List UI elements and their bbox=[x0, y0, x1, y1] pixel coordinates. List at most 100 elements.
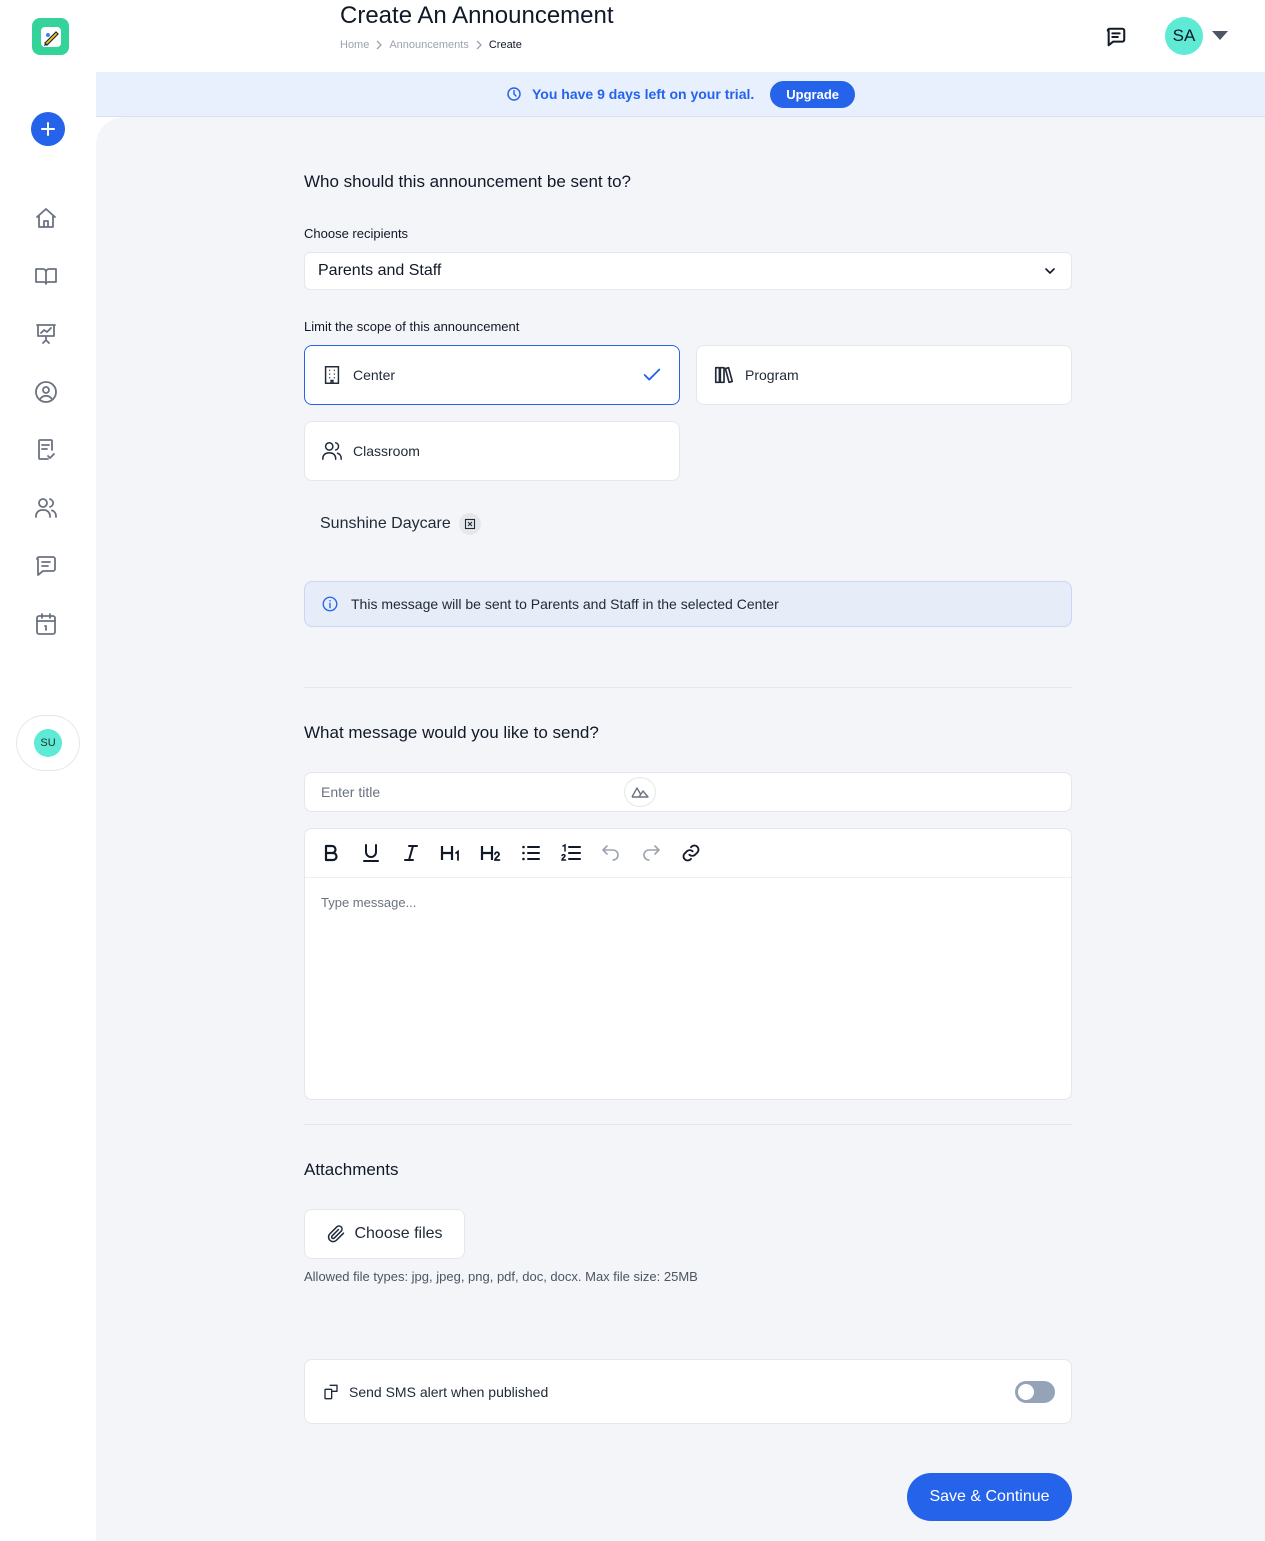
breadcrumb-announcements[interactable]: Announcements bbox=[389, 39, 469, 51]
chevron-right-icon bbox=[476, 40, 482, 50]
account-avatar[interactable]: SA bbox=[1165, 17, 1203, 55]
building-icon bbox=[324, 366, 340, 384]
heading-2-button[interactable] bbox=[479, 841, 503, 865]
undo-button[interactable] bbox=[599, 841, 623, 865]
sms-alert-toggle[interactable] bbox=[1015, 1380, 1055, 1403]
scope-option-classroom[interactable]: Classroom bbox=[304, 421, 680, 481]
sidebar-item-profile[interactable] bbox=[34, 380, 58, 404]
page-title: Create An Announcement bbox=[340, 2, 614, 29]
selected-center-tag: Sunshine Daycare bbox=[320, 513, 481, 535]
info-alert: This message will be sent to Parents and… bbox=[304, 581, 1072, 627]
upgrade-button[interactable]: Upgrade bbox=[770, 80, 855, 108]
main-content: Who should this announcement be sent to?… bbox=[96, 117, 1265, 1541]
book-icon bbox=[35, 268, 57, 285]
close-icon bbox=[464, 518, 475, 530]
sidebar-item-reports[interactable] bbox=[34, 438, 58, 462]
selected-center-name: Sunshine Daycare bbox=[320, 515, 451, 532]
user-circle-icon bbox=[35, 381, 57, 403]
calendar-icon bbox=[36, 613, 56, 635]
user-menu[interactable]: SU bbox=[16, 715, 80, 771]
sms-icon bbox=[324, 1384, 338, 1399]
bold-icon bbox=[324, 844, 338, 862]
users-icon bbox=[322, 442, 342, 460]
presentation-icon bbox=[36, 324, 56, 344]
scope-option-label: Program bbox=[745, 367, 799, 383]
add-button[interactable] bbox=[31, 112, 65, 146]
allowed-file-types: Allowed file types: jpg, jpeg, png, pdf,… bbox=[304, 1269, 698, 1284]
sidebar-item-book[interactable] bbox=[34, 264, 58, 288]
pencil-logo-icon bbox=[40, 26, 61, 47]
info-icon bbox=[322, 596, 338, 612]
user-avatar: SU bbox=[34, 729, 62, 757]
chevron-down-icon bbox=[1045, 268, 1055, 275]
breadcrumb: Home Announcements Create bbox=[340, 39, 522, 51]
breadcrumb-home[interactable]: Home bbox=[340, 39, 369, 51]
recipients-heading: Who should this announcement be sent to? bbox=[304, 172, 631, 191]
italic-icon bbox=[404, 845, 418, 861]
numbered-list-button[interactable] bbox=[559, 841, 583, 865]
choose-files-button[interactable]: Choose files bbox=[304, 1209, 465, 1259]
mountain-icon bbox=[631, 787, 649, 798]
trial-banner: You have 9 days left on your trial. Upgr… bbox=[96, 72, 1265, 117]
users-icon bbox=[35, 498, 57, 518]
sidebar-item-home[interactable] bbox=[34, 206, 58, 230]
breadcrumb-current: Create bbox=[488, 39, 522, 51]
choose-files-label: Choose files bbox=[354, 1225, 443, 1242]
clipboard-check-icon bbox=[38, 439, 55, 460]
chat-icon bbox=[1106, 27, 1126, 47]
info-message: This message will be sent to Parents and… bbox=[351, 596, 779, 612]
underline-button[interactable] bbox=[359, 841, 383, 865]
title-input[interactable] bbox=[304, 772, 1072, 812]
message-icon bbox=[36, 556, 56, 576]
messages-button[interactable] bbox=[1105, 26, 1127, 48]
message-editor[interactable]: Type message... bbox=[304, 828, 1072, 1100]
scope-option-program[interactable]: Program bbox=[696, 345, 1072, 405]
scope-option-label: Center bbox=[353, 367, 396, 383]
save-continue-button[interactable]: Save & Continue bbox=[907, 1473, 1072, 1521]
sidebar: SU bbox=[0, 0, 96, 1541]
sidebar-item-presentation[interactable] bbox=[34, 322, 58, 346]
scope-option-center[interactable]: Center bbox=[304, 345, 680, 405]
redo-button[interactable] bbox=[639, 841, 663, 865]
check-icon bbox=[643, 368, 661, 381]
top-header: Create An Announcement Home Announcement… bbox=[96, 0, 1265, 72]
chevron-right-icon bbox=[376, 40, 383, 50]
redo-icon bbox=[643, 845, 660, 861]
italic-button[interactable] bbox=[399, 841, 423, 865]
bullet-list-icon bbox=[522, 845, 540, 861]
sidebar-item-calendar[interactable] bbox=[34, 612, 58, 636]
trial-message: You have 9 days left on your trial. bbox=[532, 86, 755, 102]
sms-alert-setting: Send SMS alert when published bbox=[304, 1359, 1072, 1424]
devtools-badge[interactable] bbox=[624, 777, 656, 807]
undo-icon bbox=[602, 845, 619, 861]
sidebar-item-people[interactable] bbox=[34, 496, 58, 520]
scope-option-label: Classroom bbox=[353, 443, 420, 459]
editor-body[interactable]: Type message... bbox=[305, 878, 1071, 927]
link-icon bbox=[682, 844, 700, 862]
heading-1-button[interactable] bbox=[439, 841, 463, 865]
heading-1-icon bbox=[440, 846, 459, 861]
paperclip-icon bbox=[328, 1225, 345, 1243]
editor-toolbar bbox=[305, 829, 1071, 878]
underline-icon bbox=[363, 844, 379, 862]
sms-alert-label: Send SMS alert when published bbox=[349, 1383, 549, 1400]
home-icon bbox=[36, 208, 56, 228]
section-divider bbox=[304, 1124, 1072, 1125]
attachments-heading: Attachments bbox=[304, 1160, 399, 1179]
recipients-select[interactable]: Parents and Staff bbox=[304, 252, 1072, 290]
clock-icon bbox=[507, 87, 521, 101]
bold-button[interactable] bbox=[319, 841, 343, 865]
numbered-list-icon bbox=[561, 843, 581, 861]
bullet-list-button[interactable] bbox=[519, 841, 543, 865]
sidebar-item-messages[interactable] bbox=[34, 554, 58, 578]
heading-2-icon bbox=[480, 846, 501, 861]
books-icon bbox=[714, 366, 734, 384]
section-divider bbox=[304, 687, 1072, 688]
recipients-selected-value: Parents and Staff bbox=[318, 262, 442, 279]
scope-label: Limit the scope of this announcement bbox=[304, 319, 520, 334]
remove-tag-button[interactable] bbox=[458, 513, 481, 535]
app-logo[interactable] bbox=[32, 18, 69, 55]
account-menu-caret-icon[interactable] bbox=[1212, 31, 1228, 40]
link-button[interactable] bbox=[679, 841, 703, 865]
message-heading: What message would you like to send? bbox=[304, 723, 599, 742]
